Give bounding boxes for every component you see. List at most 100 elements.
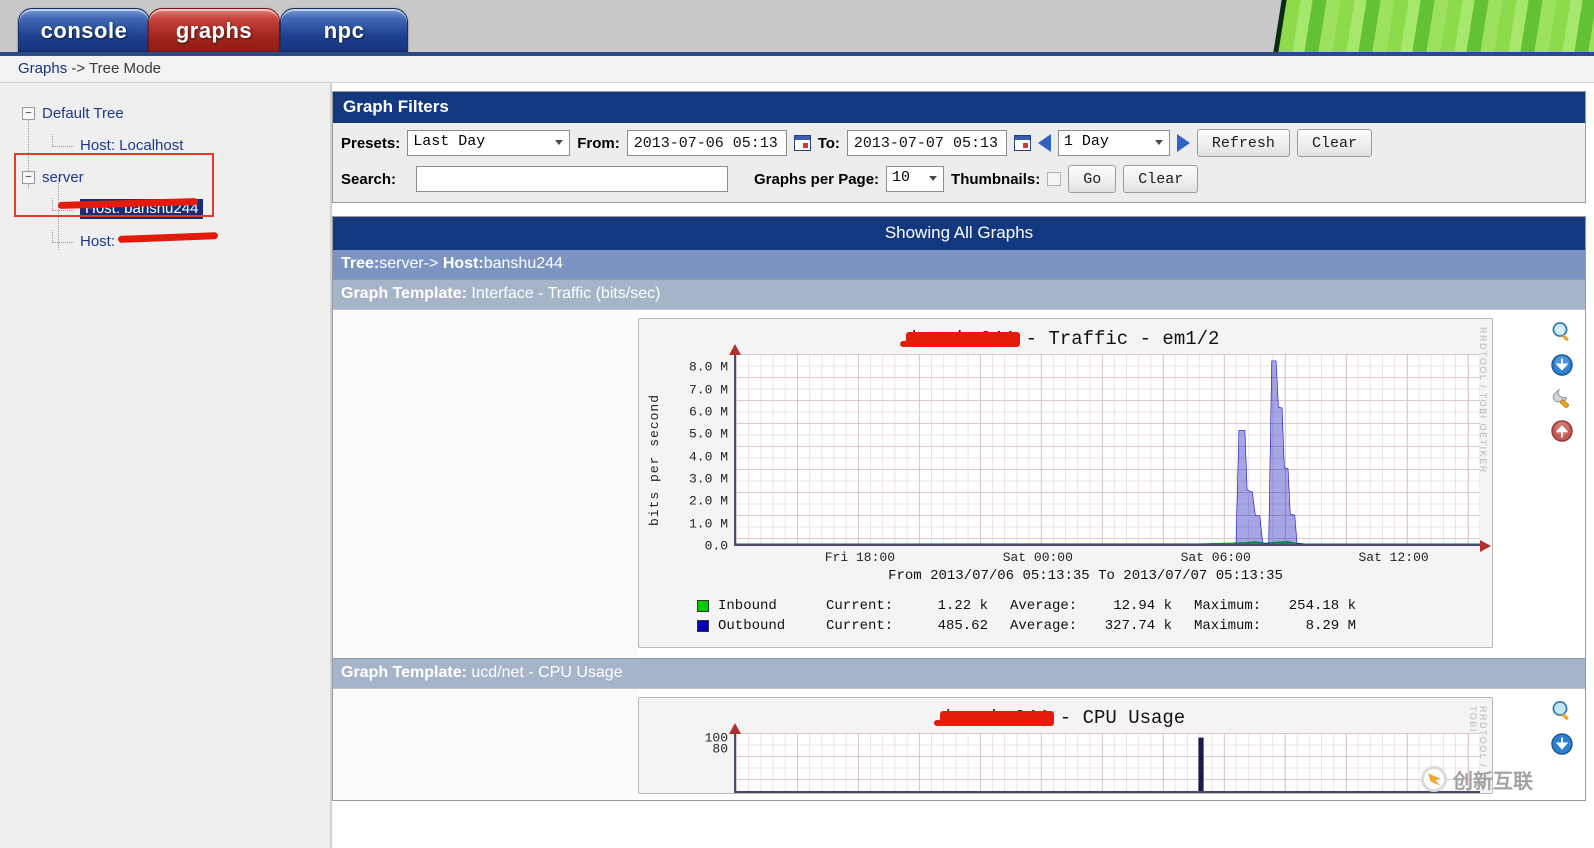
y-tick-label: 0.0: [704, 538, 728, 554]
zoom-magnifier-icon[interactable]: [1550, 320, 1574, 344]
legend-current-value: 485.62: [937, 618, 988, 635]
previous-period-arrow-icon[interactable]: [1037, 134, 1051, 152]
go-button[interactable]: Go: [1068, 165, 1117, 193]
traffic-plot-area: [729, 344, 1491, 552]
breadcrumb-graphs-link[interactable]: Graphs: [18, 60, 67, 77]
expander-icon[interactable]: −: [22, 106, 35, 120]
x-tick-label: Sat 06:00: [1180, 550, 1251, 565]
tab-npc[interactable]: npc: [280, 8, 408, 52]
graphs-per-page-label: Graphs per Page:: [754, 170, 880, 188]
presets-select[interactable]: Last Day: [407, 130, 571, 156]
host-prefix-label: Host:: [442, 255, 484, 272]
refresh-button[interactable]: Refresh: [1196, 129, 1290, 157]
chevron-down-icon: [929, 176, 938, 181]
sidebar-item-label[interactable]: Host: Localhost: [80, 137, 183, 154]
cpu-series-svg: [1198, 737, 1204, 791]
expander-icon[interactable]: −: [22, 170, 35, 184]
redacted-hostname: banshu244: [905, 328, 1020, 350]
y-tick-label: 3.0 M: [688, 471, 728, 487]
filter-row-search: Search: Graphs per Page: 10 Thumbnails: …: [341, 165, 1577, 193]
cpu-graph-image[interactable]: RRDTOOL / TOBI OETIKER banshu244 - CPU U…: [638, 696, 1493, 794]
tree-prefix-label: Tree:: [341, 255, 380, 272]
thumbnails-checkbox[interactable]: [1047, 172, 1062, 186]
legend-average-label: Average:: [1010, 618, 1078, 635]
interval-select[interactable]: 1 Day: [1057, 130, 1170, 156]
cpu-y-tick-labels: 100 80: [666, 731, 734, 793]
legend-average-value: 12.94 k: [1113, 598, 1172, 614]
traffic-series-svg: [736, 354, 1480, 544]
page-top-up-arrow-icon[interactable]: [1550, 419, 1574, 443]
legend-row: Inbound Current: 1.22 k Average: 12.94 k Maxi…: [697, 596, 1492, 616]
presets-selected-value: Last Day: [413, 133, 486, 150]
traffic-time-range: From 2013/07/06 05:13:35 To 2013/07/07 0…: [888, 568, 1283, 584]
sidebar-item-label-selected[interactable]: Host: banshu244: [80, 199, 204, 219]
y-tick-label: 1.0 M: [688, 516, 728, 532]
tree-branch-icon: [52, 134, 74, 147]
zoom-magnifier-icon[interactable]: [1550, 699, 1574, 723]
sidebar-item-host-redacted[interactable]: Host:: [0, 225, 330, 257]
graph-template-traffic-bar: Graph Template: Interface - Traffic (bit…: [333, 279, 1585, 309]
graph-filters-title: Graph Filters: [333, 92, 1585, 123]
chevron-down-icon: [555, 140, 564, 145]
traffic-title-suffix: - Traffic - em1/2: [1014, 328, 1220, 350]
graph-results-panel: Showing All Graphs Tree:server-> Host: ba…: [332, 216, 1586, 801]
x-tick-label: Sat 00:00: [1002, 550, 1073, 565]
graph-template-cpu-bar: Graph Template: ucd/net - CPU Usage: [333, 657, 1585, 688]
graphs-per-page-select[interactable]: 10: [886, 166, 945, 192]
graph-properties-wrench-icon[interactable]: [1550, 386, 1574, 410]
legend-current-label: Current:: [826, 618, 894, 635]
to-date-input[interactable]: 2013-07-07 05:13: [846, 130, 1007, 156]
chevron-down-icon: [1154, 140, 1163, 145]
cpu-graph-title: banshu244 - CPU Usage: [639, 698, 1492, 733]
graph-template-cpu-name: ucd/net - CPU Usage: [471, 663, 623, 681]
y-tick-label: 6.0 M: [688, 404, 728, 420]
sidebar-item-host-banshu244[interactable]: Host: banshu244: [0, 193, 330, 225]
cpu-plot-area: [729, 722, 1480, 793]
search-label: Search:: [341, 170, 397, 188]
y-tick-label: 80: [712, 741, 728, 757]
csv-export-down-arrow-icon[interactable]: [1550, 353, 1574, 377]
traffic-graph-actions: [1539, 310, 1585, 658]
clear-button[interactable]: Clear: [1296, 129, 1372, 157]
legend-series-name: Inbound: [718, 598, 777, 614]
top-navigation-bar: console graphs npc: [0, 0, 1594, 56]
clear-filters-button[interactable]: Clear: [1123, 165, 1199, 193]
sidebar-item-default-tree[interactable]: − Default Tree: [0, 97, 330, 129]
to-label: To:: [817, 134, 840, 152]
tree-name-label: server->: [379, 255, 443, 272]
legend-average-value: 327.74 k: [1104, 618, 1172, 635]
legend-maximum-label: Maximum:: [1194, 618, 1262, 635]
from-date-input[interactable]: 2013-07-06 05:13: [626, 130, 787, 156]
search-input[interactable]: [416, 166, 728, 192]
calendar-icon[interactable]: [1013, 135, 1031, 151]
y-tick-label: 8.0 M: [688, 359, 728, 375]
sidebar-item-label[interactable]: server: [42, 169, 84, 186]
legend-series-name: Outbound: [718, 618, 786, 635]
y-tick-label: 7.0 M: [688, 382, 728, 398]
showing-all-graphs-header: Showing All Graphs: [333, 217, 1585, 250]
next-period-arrow-icon[interactable]: [1176, 134, 1190, 152]
legend-current-label: Current:: [826, 598, 894, 614]
sidebar-item-host-localhost[interactable]: Host: Localhost: [0, 129, 330, 161]
content-area: Graph Filters Presets: Last Day From: 20…: [332, 83, 1594, 848]
graph-row-spacer: [333, 688, 638, 800]
tab-console[interactable]: console: [18, 8, 150, 52]
sidebar-item-label[interactable]: Host:: [80, 233, 115, 250]
graph-row-cpu: RRDTOOL / TOBI OETIKER banshu244 - CPU U…: [333, 687, 1585, 800]
breadcrumb-separator: ->: [67, 60, 90, 77]
graph-template-label: Graph Template:: [341, 285, 467, 302]
graphs-per-page-value: 10: [892, 169, 911, 186]
traffic-y-tick-labels: 8.0 M 7.0 M 6.0 M 5.0 M 4.0 M 3.0 M 2.0 M 1.0 M…: [666, 354, 734, 554]
sidebar-item-server[interactable]: − server: [0, 161, 330, 193]
y-tick-label: 2.0 M: [688, 493, 728, 509]
calendar-icon[interactable]: [793, 135, 811, 151]
graph-row-spacer: [333, 310, 638, 658]
from-label: From:: [577, 134, 620, 152]
traffic-graph-image[interactable]: RRDTOOL / TOBI OETIKER banshu244 - Traff…: [638, 318, 1493, 648]
sidebar-item-label[interactable]: Default Tree: [42, 105, 124, 122]
legend-color-swatch: [697, 600, 709, 613]
legend-average-label: Average:: [1010, 598, 1078, 614]
tab-graphs[interactable]: graphs: [148, 8, 280, 52]
redacted-hostname: banshu244: [939, 706, 1054, 729]
csv-export-down-arrow-icon[interactable]: [1550, 732, 1574, 756]
